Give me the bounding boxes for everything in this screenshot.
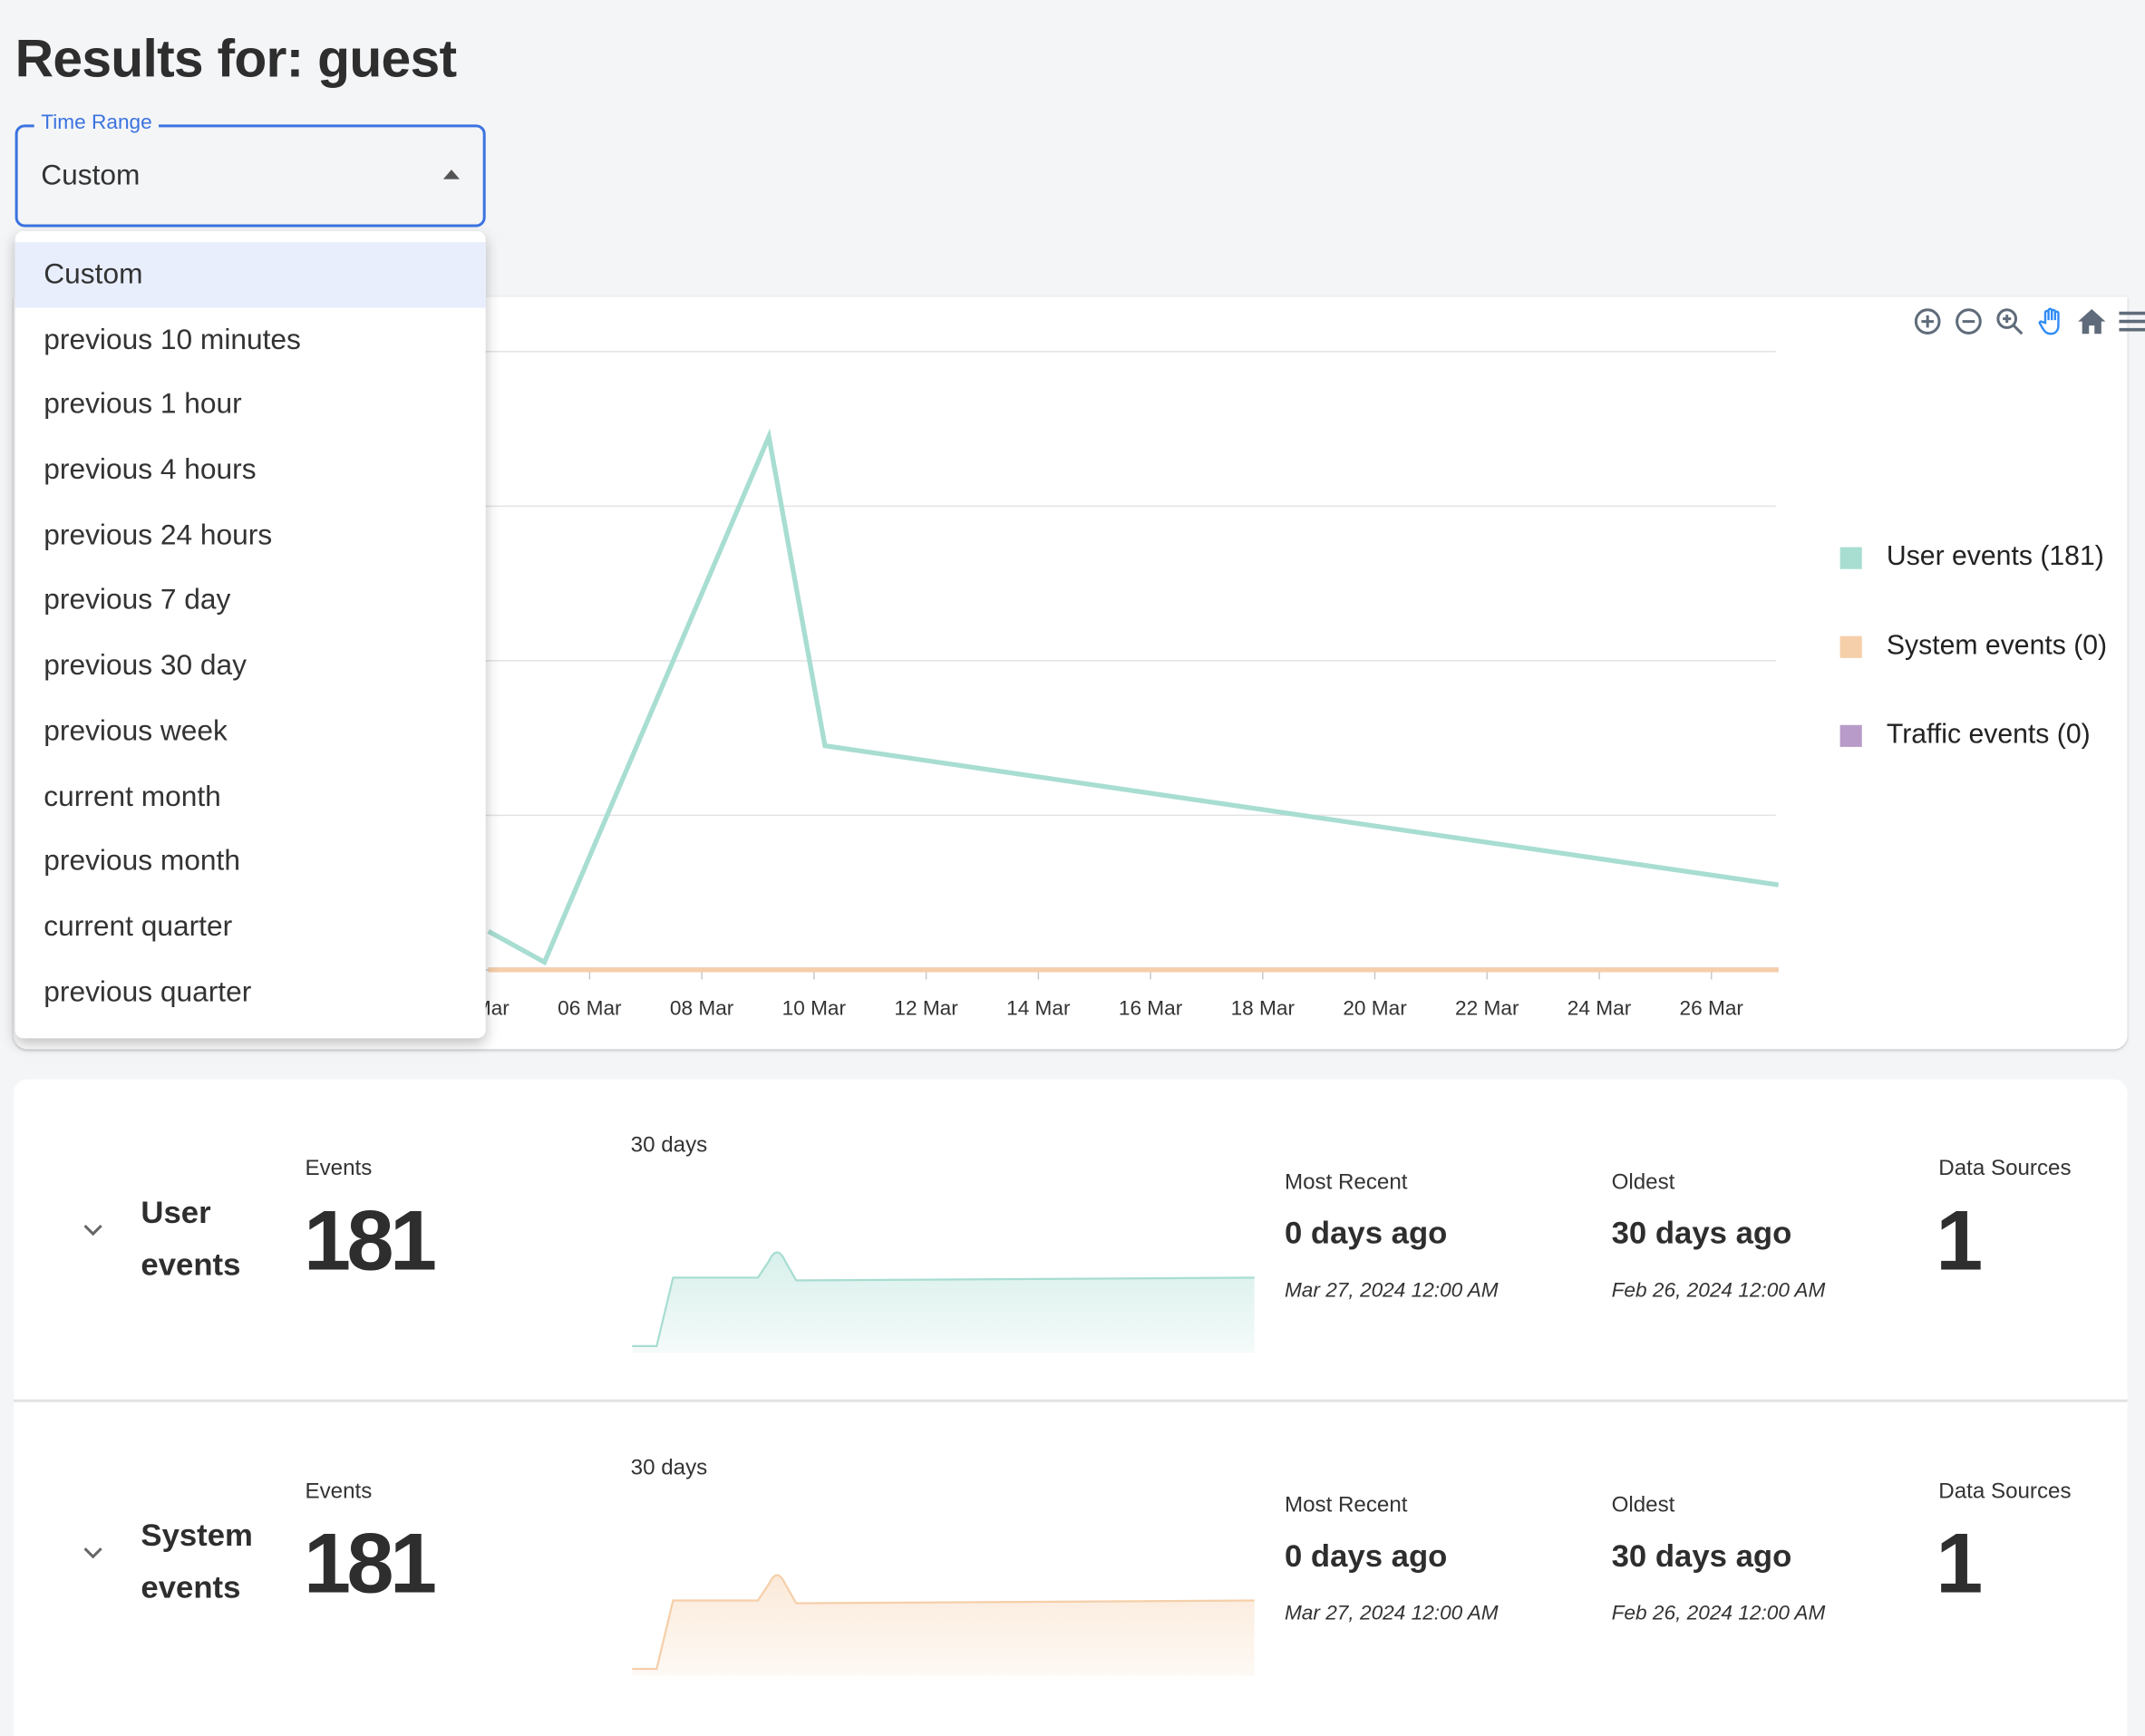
legend-item[interactable]: Traffic events (0) <box>1840 720 2091 752</box>
chart-toolbar <box>1913 306 2145 336</box>
sparkline <box>632 1559 1255 1683</box>
summary-row: Userevents Events 181 30 days Most Recen… <box>14 1080 2127 1401</box>
x-tick-label: 10 Mar <box>782 997 847 1020</box>
legend-item[interactable]: System events (0) <box>1840 631 2108 663</box>
oldest-value: 30 days ago <box>1612 1215 1792 1252</box>
zoom-in-icon[interactable] <box>1913 306 1943 336</box>
selection-zoom-icon[interactable] <box>1995 306 2024 336</box>
oldest-value: 30 days ago <box>1612 1537 1792 1575</box>
sparkline-area <box>632 1252 1255 1353</box>
time-range-select[interactable]: Time Range Custom <box>15 124 486 227</box>
most-recent-label: Most Recent <box>1285 1494 1408 1518</box>
most-recent-date: Mar 27, 2024 12:00 AM <box>1285 1279 1499 1303</box>
series-line-0 <box>489 437 1779 963</box>
events-count: 181 <box>304 1199 433 1285</box>
page-title: Results for: guest <box>15 30 457 90</box>
legend-swatch <box>1840 547 1862 568</box>
sparkline <box>632 1237 1255 1360</box>
most-recent-label: Most Recent <box>1285 1171 1408 1196</box>
spark-label: 30 days <box>631 1134 708 1159</box>
sparkline-area <box>632 1576 1255 1676</box>
oldest-date: Feb 26, 2024 12:00 AM <box>1612 1602 1826 1625</box>
time-range-value: Custom <box>41 160 140 193</box>
x-tick-label: 16 Mar <box>1119 997 1183 1020</box>
data-sources-count: 1 <box>1936 1523 1983 1608</box>
row-name: Systemevents <box>141 1508 252 1613</box>
pan-hand-icon[interactable] <box>2035 306 2065 336</box>
events-label: Events <box>306 1480 373 1505</box>
row-name-line: events <box>141 1238 240 1290</box>
time-range-option[interactable]: previous 1 hour <box>15 373 486 438</box>
home-reset-icon[interactable] <box>2077 306 2107 336</box>
x-tick-label: 20 Mar <box>1343 997 1407 1020</box>
time-range-option[interactable]: previous 30 day <box>15 634 486 699</box>
data-sources-count: 1 <box>1936 1199 1983 1285</box>
time-range-option[interactable]: previous 4 hours <box>15 438 486 503</box>
time-range-option[interactable]: previous 10 minutes <box>15 307 486 373</box>
data-sources-label: Data Sources <box>1938 1480 2071 1505</box>
most-recent-date: Mar 27, 2024 12:00 AM <box>1285 1602 1499 1625</box>
menu-icon[interactable] <box>2118 306 2145 336</box>
legend-swatch <box>1840 724 1862 746</box>
x-tick-label: 08 Mar <box>670 997 734 1020</box>
x-tick-label: 24 Mar <box>1568 997 1632 1020</box>
legend-label: Traffic events (0) <box>1887 720 2091 752</box>
time-range-option[interactable]: Custom <box>15 242 486 307</box>
oldest-label: Oldest <box>1612 1494 1675 1518</box>
most-recent-value: 0 days ago <box>1285 1215 1447 1252</box>
oldest-date: Feb 26, 2024 12:00 AM <box>1612 1279 1826 1303</box>
time-range-option[interactable]: previous month <box>15 829 486 895</box>
data-sources-label: Data Sources <box>1938 1158 2071 1182</box>
zoom-out-icon[interactable] <box>1954 306 1984 336</box>
row-name-line: User <box>141 1186 240 1237</box>
x-tick-label: 12 Mar <box>894 997 958 1020</box>
time-range-option[interactable]: previous 24 hours <box>15 503 486 568</box>
time-range-menu: Customprevious 10 minutesprevious 1 hour… <box>15 231 486 1038</box>
time-range-option[interactable]: previous quarter <box>15 960 486 1025</box>
x-tick-label: 18 Mar <box>1231 997 1296 1020</box>
row-name-line: System <box>141 1508 252 1560</box>
x-tick-label: 22 Mar <box>1455 997 1519 1020</box>
events-label: Events <box>306 1158 373 1182</box>
legend-swatch <box>1840 635 1862 657</box>
legend-label: System events (0) <box>1887 631 2107 663</box>
legend-label: User events (181) <box>1887 542 2104 574</box>
chevron-down-icon[interactable] <box>82 1546 104 1559</box>
row-name: Userevents <box>141 1186 240 1290</box>
x-tick-label: 06 Mar <box>558 997 622 1020</box>
events-count: 181 <box>304 1523 433 1608</box>
time-range-label: Time Range <box>34 111 160 134</box>
summary-row: Systemevents Events 181 30 days Most Rec… <box>14 1402 2127 1724</box>
time-range-option[interactable]: current month <box>15 764 486 829</box>
summary-list: Userevents Events 181 30 days Most Recen… <box>14 1080 2127 1736</box>
spark-label: 30 days <box>631 1457 708 1481</box>
x-tick-label: 26 Mar <box>1680 997 1744 1020</box>
oldest-label: Oldest <box>1612 1171 1675 1196</box>
time-range-option[interactable]: previous 7 day <box>15 568 486 634</box>
most-recent-value: 0 days ago <box>1285 1537 1447 1575</box>
time-range-option[interactable]: previous week <box>15 699 486 764</box>
chevron-down-icon[interactable] <box>82 1223 104 1237</box>
caret-up-icon <box>443 170 460 179</box>
row-name-line: events <box>141 1561 252 1613</box>
legend-item[interactable]: User events (181) <box>1840 542 2104 574</box>
time-range-option[interactable]: current quarter <box>15 895 486 960</box>
x-tick-label: 14 Mar <box>1006 997 1071 1020</box>
